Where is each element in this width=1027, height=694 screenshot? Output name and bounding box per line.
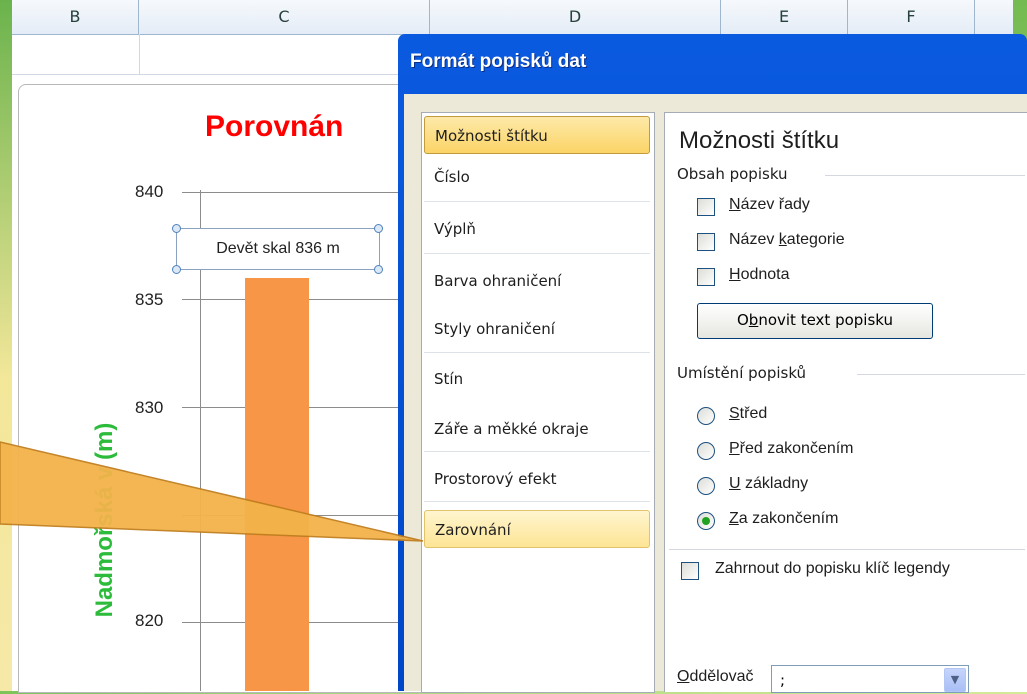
callout-arrow: [0, 441, 424, 542]
callout-arrow-shape: [0, 441, 424, 542]
